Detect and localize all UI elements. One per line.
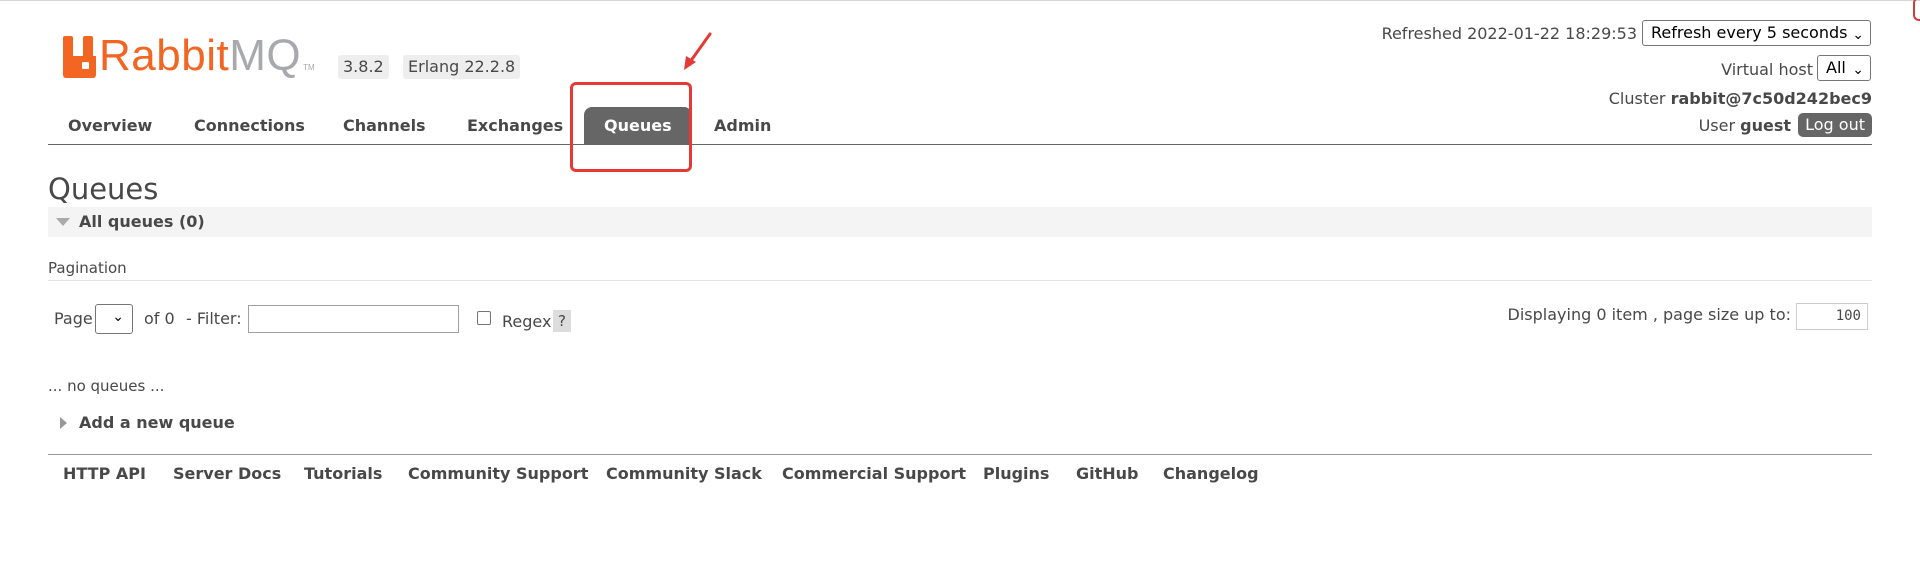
filter-label: - Filter: (186, 309, 242, 328)
add-queue-toggle[interactable]: Add a new queue (79, 413, 235, 432)
empty-queues-message: ... no queues ... (48, 377, 165, 395)
footer-link-server-docs[interactable]: Server Docs (173, 464, 281, 483)
edge-marker (1913, 0, 1920, 21)
footer-link-github[interactable]: GitHub (1076, 464, 1139, 483)
footer-link-community-support[interactable]: Community Support (408, 464, 588, 483)
chevron-down-icon: ⌄ (1852, 62, 1864, 78)
footer-link-changelog[interactable]: Changelog (1163, 464, 1259, 483)
virtual-host-label: Virtual host (1721, 60, 1813, 79)
logo-trademark: TM (303, 63, 315, 72)
virtual-host-select[interactable]: All ⌄ (1817, 55, 1871, 81)
top-border (0, 0, 1920, 1)
page-label: Page (54, 309, 93, 328)
tab-channels[interactable]: Channels (323, 107, 446, 144)
footer-link-commercial-support[interactable]: Commercial Support (782, 464, 966, 483)
tab-exchanges[interactable]: Exchanges (447, 107, 583, 144)
pagination-label: Pagination (48, 259, 127, 277)
footer-link-tutorials[interactable]: Tutorials (304, 464, 382, 483)
chevron-down-icon: ⌄ (112, 309, 124, 325)
erlang-version-badge: Erlang 22.2.8 (403, 55, 521, 79)
regex-label: Regex (502, 312, 552, 331)
expand-triangle-icon[interactable] (60, 417, 67, 429)
footer-link-http-api[interactable]: HTTP API (63, 464, 146, 483)
tab-overview[interactable]: Overview (48, 107, 172, 144)
pagination-divider (48, 280, 1872, 281)
filter-input[interactable] (248, 305, 459, 333)
footer-divider (48, 454, 1872, 455)
regex-checkbox[interactable] (477, 311, 491, 325)
regex-help-button[interactable]: ? (553, 310, 571, 332)
refresh-interval-value: Refresh every 5 seconds (1651, 23, 1848, 42)
display-count-text: Displaying 0 item , page size up to: (1507, 305, 1791, 324)
logo-text-rabbit: Rabbit (99, 31, 230, 80)
all-queues-title: All queues (0) (79, 212, 205, 231)
annotation-arrow-icon (684, 32, 712, 70)
page-count: of 0 (144, 309, 175, 328)
logo-text-mq: MQ (229, 31, 302, 80)
refresh-interval-select[interactable]: Refresh every 5 seconds ⌄ (1642, 20, 1871, 46)
footer-link-community-slack[interactable]: Community Slack (606, 464, 762, 483)
rabbitmq-logo[interactable]: Rabbit MQ TM (63, 32, 315, 78)
annotation-highlight-box (570, 82, 692, 172)
collapse-triangle-icon (56, 218, 70, 226)
tab-admin[interactable]: Admin (694, 107, 791, 144)
page-size-input[interactable]: 100 (1796, 303, 1868, 330)
footer-link-plugins[interactable]: Plugins (983, 464, 1049, 483)
page-number-select[interactable]: ⌄ (95, 304, 133, 334)
virtual-host-value: All (1826, 58, 1846, 77)
rabbitmq-version-badge: 3.8.2 (338, 55, 389, 79)
all-queues-section-header[interactable]: All queues (0) (48, 207, 1872, 237)
main-nav: Overview Connections Channels Exchanges … (48, 104, 1872, 145)
rabbit-logo-icon (63, 36, 96, 78)
page-title: Queues (48, 172, 159, 206)
refreshed-timestamp: Refreshed 2022-01-22 18:29:53 (1381, 24, 1637, 43)
tab-connections[interactable]: Connections (174, 107, 325, 144)
chevron-down-icon: ⌄ (1852, 27, 1864, 43)
